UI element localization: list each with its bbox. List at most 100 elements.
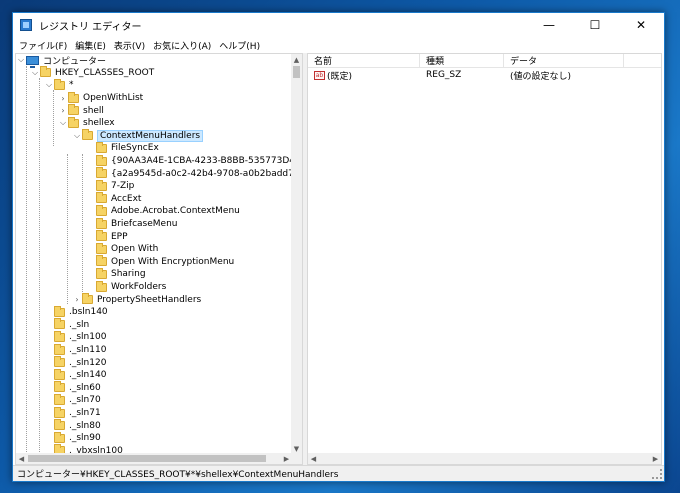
menu-edit[interactable]: 編集(E) [75, 39, 106, 52]
tree-node-handler[interactable]: Open With EncryptionMenu [96, 255, 234, 269]
collapse-chevron-icon[interactable]: ⌵ [58, 118, 68, 128]
folder-icon [96, 167, 107, 179]
tree-node-ext[interactable]: ._sln120 [54, 356, 106, 369]
values-pane: 名前 種類 データ ab (既定) REG_SZ (値の設定なし) ◀ ▶ [307, 53, 662, 465]
scroll-thumb[interactable] [293, 66, 300, 78]
folder-icon [68, 104, 79, 116]
value-name-cell: ab (既定) [314, 70, 353, 82]
menu-favorites[interactable]: お気に入り(A) [153, 39, 211, 52]
folder-icon [54, 318, 65, 330]
tree-node-ext[interactable]: ._sln100 [54, 330, 106, 344]
minimize-button[interactable]: — [526, 13, 572, 37]
folder-icon [54, 356, 65, 368]
tree-node-handler[interactable]: {a2a9545d-a0c2-42b4-9708-a0b2badd77c8} [96, 167, 292, 180]
tree-node-shell[interactable]: › shell [58, 104, 104, 117]
tree-node-ext[interactable]: .bsln140 [54, 305, 108, 319]
tree-node-ext[interactable]: ._sln [54, 318, 89, 332]
tree-node-handler[interactable]: EPP [96, 230, 128, 243]
folder-icon [54, 78, 65, 90]
title-bar[interactable]: レジストリ エディター — ☐ ✕ [13, 13, 664, 37]
tree-node-star[interactable]: ⌵ * [44, 78, 74, 92]
folder-icon [96, 154, 107, 166]
folder-icon [54, 343, 65, 355]
folder-icon [68, 116, 79, 128]
resize-grip[interactable] [652, 469, 662, 479]
tree-node-hkcr[interactable]: ⌵ HKEY_CLASSES_ROOT [30, 66, 154, 80]
tree-node-ext[interactable]: ._sln80 [54, 419, 101, 432]
computer-icon [26, 55, 39, 68]
column-header-data[interactable]: データ [504, 54, 624, 68]
tree-node-ext[interactable]: ._sln110 [54, 343, 106, 357]
close-button[interactable]: ✕ [618, 13, 664, 37]
folder-icon [96, 230, 107, 242]
folder-icon [82, 293, 93, 305]
folder-icon [96, 255, 107, 267]
tree-node-ext[interactable]: ._sln140 [54, 368, 106, 382]
tree-node-propertysheethandlers[interactable]: › PropertySheetHandlers [72, 293, 201, 306]
tree-pane: ⌵ コンピューター ⌵ HKEY_CLASSES_ROOT ⌵ * › Open… [15, 53, 303, 465]
value-type-cell: REG_SZ [426, 70, 462, 80]
tree-node-computer[interactable]: ⌵ コンピューター [16, 54, 106, 68]
column-header-name[interactable]: 名前 [308, 54, 420, 68]
scroll-up-arrow-icon[interactable]: ▲ [291, 54, 302, 65]
expand-chevron-icon[interactable]: › [72, 295, 82, 305]
folder-icon [96, 192, 107, 204]
tree-node-shellex[interactable]: ⌵ shellex [58, 116, 115, 130]
scroll-thumb[interactable] [28, 455, 266, 462]
tree-node-handler[interactable]: Adobe.Acrobat.ContextMenu [96, 204, 240, 218]
tree-horizontal-scrollbar[interactable]: ◀ ▶ [16, 453, 292, 464]
list-header: 名前 種類 データ [308, 54, 661, 68]
status-path: コンピューター¥HKEY_CLASSES_ROOT¥*¥shellex¥Cont… [17, 470, 339, 480]
collapse-chevron-icon[interactable]: ⌵ [16, 55, 26, 65]
tree-node-handler[interactable]: 7-Zip [96, 179, 134, 193]
folder-icon [54, 381, 65, 393]
folder-icon [68, 91, 79, 103]
tree-node-ext[interactable]: ._sln71 [54, 406, 101, 420]
regedit-app-icon [19, 18, 33, 32]
tree-node-handler[interactable]: FileSyncEx [96, 141, 159, 155]
status-bar: コンピューター¥HKEY_CLASSES_ROOT¥*¥shellex¥Cont… [13, 465, 664, 481]
tree-node-contextmenuhandlers[interactable]: ⌵ ContextMenuHandlers [72, 129, 204, 143]
column-header-type[interactable]: 種類 [420, 54, 504, 68]
collapse-chevron-icon[interactable]: ⌵ [72, 131, 82, 141]
collapse-chevron-icon[interactable]: ⌵ [44, 80, 54, 90]
registry-tree: ⌵ コンピューター ⌵ HKEY_CLASSES_ROOT ⌵ * › Open… [16, 54, 292, 454]
tree-node-ext[interactable]: ._sln70 [54, 393, 101, 407]
list-row[interactable]: ab (既定) REG_SZ (値の設定なし) [308, 68, 661, 82]
string-value-icon: ab [314, 70, 325, 80]
tree-node-handler[interactable]: AccExt [96, 192, 141, 206]
collapse-chevron-icon[interactable]: ⌵ [30, 68, 40, 78]
menu-file[interactable]: ファイル(F) [19, 39, 67, 52]
tree-node-ext[interactable]: ._sln60 [54, 381, 101, 395]
tree-vertical-scrollbar[interactable]: ▲ ▼ [291, 54, 302, 454]
scroll-left-arrow-icon[interactable]: ◀ [16, 453, 27, 464]
tree-node-handler[interactable]: BriefcaseMenu [96, 217, 177, 231]
tree-node-openwithlist[interactable]: › OpenWithList [58, 91, 143, 105]
folder-icon [96, 179, 107, 191]
menu-view[interactable]: 表示(V) [114, 39, 145, 52]
folder-icon [54, 393, 65, 405]
scroll-left-arrow-icon[interactable]: ◀ [308, 453, 319, 464]
tree-node-ext[interactable]: ._sln90 [54, 431, 101, 445]
scroll-corner [291, 453, 302, 464]
expand-chevron-icon[interactable]: › [58, 106, 68, 116]
expand-chevron-icon[interactable]: › [58, 93, 68, 103]
maximize-button[interactable]: ☐ [572, 13, 618, 37]
registry-editor-window: レジストリ エディター — ☐ ✕ ファイル(F) 編集(E) 表示(V) お気… [12, 12, 665, 482]
folder-icon [54, 305, 65, 317]
folder-icon [54, 330, 65, 342]
folder-icon [96, 242, 107, 254]
folder-icon [96, 141, 107, 153]
tree-node-handler[interactable]: WorkFolders [96, 280, 166, 294]
folder-icon [54, 431, 65, 443]
scroll-right-arrow-icon[interactable]: ▶ [650, 453, 661, 464]
folder-icon [96, 204, 107, 216]
value-data-cell: (値の設定なし) [510, 71, 572, 82]
folder-icon [54, 368, 65, 380]
values-horizontal-scrollbar[interactable]: ◀ ▶ [308, 453, 661, 464]
tree-node-handler[interactable]: Open With [96, 242, 158, 256]
tree-node-handler[interactable]: {90AA3A4E-1CBA-4233-B8BB-535773D48449} [96, 154, 292, 168]
menu-help[interactable]: ヘルプ(H) [219, 39, 260, 52]
tree-node-handler[interactable]: Sharing [96, 267, 146, 281]
folder-icon [96, 267, 107, 279]
